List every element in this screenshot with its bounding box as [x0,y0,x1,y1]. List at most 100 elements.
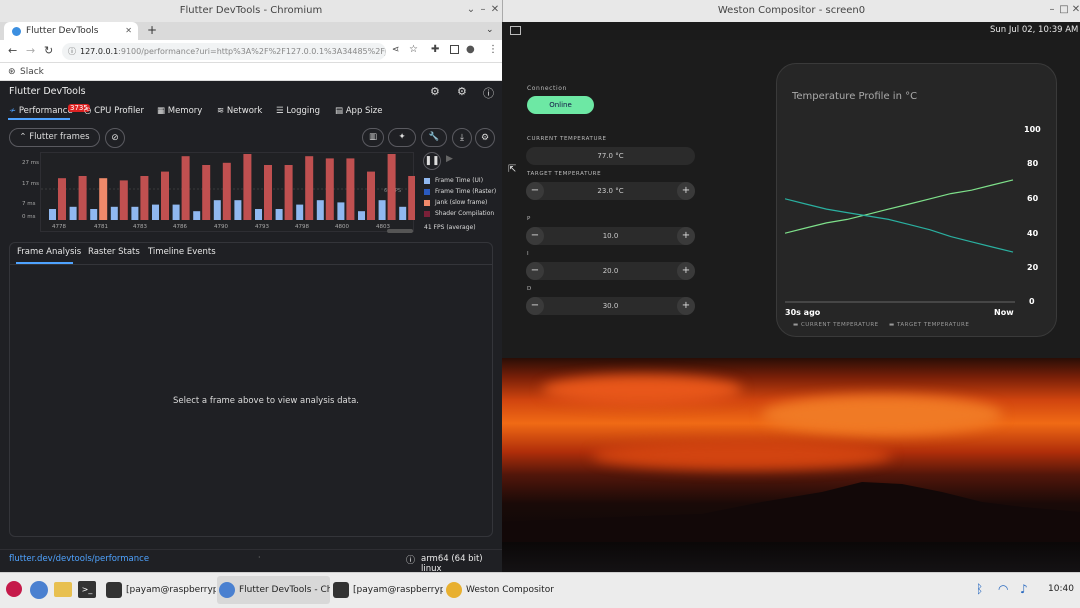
back-icon[interactable]: ← [8,44,17,57]
y-tick: 27 ms [22,160,39,166]
connection-label: Connection [527,85,567,92]
tab-raster-stats[interactable]: Raster Stats [88,247,140,257]
download-icon[interactable]: ⤓ [452,128,472,148]
i-stepper[interactable]: − 20.0 + [526,262,695,280]
minimize-icon[interactable]: – [1047,5,1057,15]
plus-icon[interactable]: + [677,262,695,280]
new-tab-icon[interactable]: + [147,23,157,37]
ui-frame-bar [193,211,201,220]
chart-scrollbar[interactable] [387,229,413,233]
plus-icon[interactable]: + [677,297,695,315]
raster-frame-bar [202,165,211,220]
p-stepper[interactable]: − 10.0 + [526,227,695,245]
bar-chart-icon[interactable]: ▥ [362,128,384,147]
minimize-icon[interactable]: – [478,5,488,15]
tab-app-size[interactable]: ▤ App Size [335,104,383,118]
terminal-launcher-icon[interactable] [510,26,521,35]
profile-y-tick: 100 [1024,125,1041,134]
close-icon[interactable]: ✕ [1071,5,1080,15]
site-info-icon[interactable]: ⓘ [68,43,76,60]
weston-panel: Sun Jul 02, 10:39 AM [502,22,1080,40]
taskbar-item-devtools[interactable]: Flutter DevTools - Ch... [217,576,330,604]
tab-logging[interactable]: ☰ Logging [276,104,320,118]
volume-icon[interactable]: ♪ [1020,582,1028,596]
clear-icon[interactable]: ⊘ [105,128,125,148]
reload-icon[interactable]: ↻ [44,44,53,57]
play-icon[interactable]: ▶ [446,154,453,164]
weston-window-titlebar: Weston Compositor - screen0 – □ ✕ [502,0,1080,22]
target-temp-stepper[interactable]: − 23.0 °C + [526,182,695,200]
pause-icon[interactable]: ❚❚ [423,152,441,170]
profile-y-tick: 60 [1027,194,1039,203]
raster-frame-bar [181,156,190,220]
raster-frame-bar [305,156,314,220]
minus-icon[interactable]: − [526,182,544,200]
browser-launcher-icon[interactable] [30,581,48,599]
legend-ui: Frame Time (UI) [424,177,483,184]
taskbar-item-weston[interactable]: Weston Compositor -... [444,576,556,604]
raster-frame-bar [222,162,231,220]
profile-title: Temperature Profile in °C [792,91,918,102]
share-icon[interactable]: ⋖ [392,45,400,55]
minimize-icon[interactable]: ⌄ [466,5,476,15]
ui-frame-bar [49,209,56,220]
y-tick: 7 ms [22,201,36,207]
plus-icon[interactable]: + [677,227,695,245]
ui-frame-bar [296,204,304,220]
help-icon[interactable]: ⓘ [483,85,494,101]
side-panel-icon[interactable] [450,45,459,54]
file-manager-icon[interactable] [54,582,72,597]
raster-frame-bar [161,171,169,220]
settings-icon[interactable]: ⚙ [457,85,467,98]
tab-memory[interactable]: ▦ Memory [157,104,202,118]
raster-frame-bar [264,165,272,220]
flutter-frames-toggle[interactable]: ⌃ Flutter frames [9,128,100,147]
wrench-icon[interactable]: 🔧 [421,128,447,147]
enhance-tracing-icon[interactable]: ✦ [388,128,416,147]
profile-y-tick: 80 [1027,159,1039,168]
minus-icon[interactable]: − [526,227,544,245]
y-tick: 0 ms [22,214,36,220]
raspberry-menu-icon[interactable] [6,581,22,597]
tab-network[interactable]: ≋ Network [217,104,262,118]
tab-search-icon[interactable]: ⌄ [486,25,494,35]
forward-icon[interactable]: → [26,44,35,57]
minus-icon[interactable]: − [526,262,544,280]
profile-icon[interactable]: ● [466,44,475,55]
close-icon[interactable]: ✕ [490,5,500,15]
extensions-icon[interactable]: ✚ [431,44,439,55]
bookmark-star-icon[interactable]: ☆ [409,44,418,55]
settings-gear-icon[interactable]: ⚙ [475,128,495,148]
bookmark-slack[interactable]: Slack [20,67,44,77]
minus-icon[interactable]: − [526,297,544,315]
close-tab-icon[interactable]: ✕ [125,22,132,40]
plus-icon[interactable]: + [677,182,695,200]
x-tick: 4793 [255,224,269,230]
menu-icon[interactable]: ⋮ [488,44,498,55]
x-tick: 4781 [94,224,108,230]
address-bar[interactable]: ⓘ 127.0.0.1:9100/performance?uri=http%3A… [62,43,386,60]
y-tick: 17 ms [22,181,39,187]
devtools-docs-link[interactable]: flutter.dev/devtools/performance [9,554,149,564]
taskbar-item-terminal-1[interactable]: [payam@raspberrypi... [104,576,216,604]
tab-frame-analysis[interactable]: Frame Analysis [17,247,81,257]
wifi-icon[interactable]: ◠ [998,582,1008,596]
settings-gear-icon[interactable]: ⚙ [430,85,440,98]
devtools-title: Flutter DevTools [9,86,86,97]
active-tab-indicator [8,118,70,120]
tab-label: CPU Profiler [94,106,145,116]
frames-chart[interactable]: 60 FPS [40,152,415,233]
d-stepper[interactable]: − 30.0 + [526,297,695,315]
ui-frame-bar [234,200,242,220]
tab-timeline-events[interactable]: Timeline Events [148,247,216,257]
bluetooth-icon[interactable]: ᛒ [976,582,983,596]
maximize-icon[interactable]: □ [1059,5,1069,15]
tab-cpu-profiler[interactable]: ◷ CPU Profiler [84,104,144,118]
ui-frame-bar [69,206,77,220]
tab-performance[interactable]: ≁ Performance [9,104,73,118]
ui-frame-bar [131,206,139,220]
terminal-icon[interactable]: >_ [78,581,96,598]
taskbar-item-terminal-2[interactable]: [payam@raspberrypi... [331,576,443,604]
browser-tab[interactable]: Flutter DevTools ✕ [4,22,138,40]
raster-frame-bar [119,180,128,220]
